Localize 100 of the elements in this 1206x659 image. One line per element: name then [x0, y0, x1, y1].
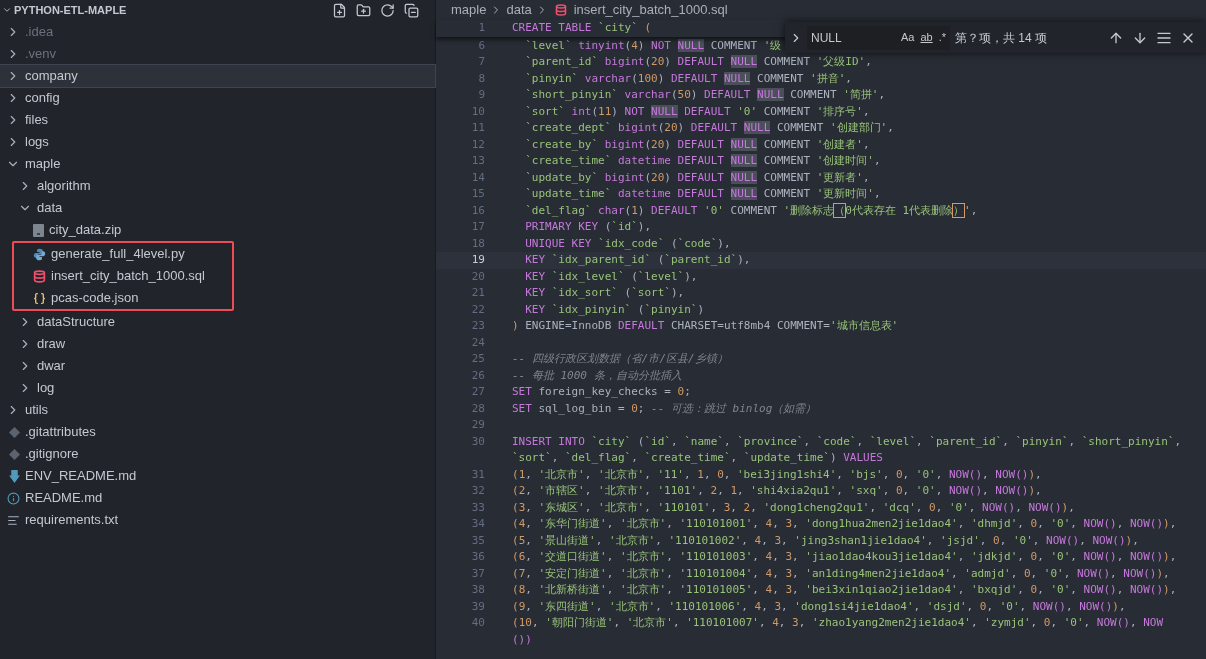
- chevron-down-icon[interactable]: [2, 5, 12, 15]
- file-name: logs: [25, 133, 49, 152]
- folder-row[interactable]: logs: [0, 131, 435, 153]
- folder-row[interactable]: data: [0, 197, 435, 219]
- file-name: algorithm: [37, 177, 91, 196]
- code-line: INSERT INTO `city` (`id`, `name`, `province`, `code`, `level`, `parent_id`, `pinyin`, `short_pinyin`,: [512, 433, 1181, 450]
- file-row[interactable]: pcas-code.json: [14, 287, 232, 309]
- folder-row[interactable]: utils: [0, 399, 435, 421]
- code-line: `update_by` bigint(20) DEFAULT NULL COMMENT '更新者',: [524, 169, 870, 186]
- line-number: 18: [470, 235, 486, 252]
- line-number: 34: [470, 516, 486, 532]
- code-line: (4, '东华门街道', '北京市', '110101001', 4, 3, 'dong1hua2men2jie1dao4', 'dhmjd', 0, '0', NOW(), NOW()),: [512, 516, 1177, 532]
- database-icon: [554, 4, 567, 16]
- line-number: 28: [470, 400, 486, 417]
- folder-row[interactable]: draw: [0, 333, 435, 355]
- file-row[interactable]: requirements.txt: [0, 509, 435, 531]
- file-name: city_data.zip: [49, 221, 122, 240]
- code-line: SET sql_log_bin = 0; -- 可选：跳过 binlog（如需）: [512, 400, 817, 417]
- code-line: -- 四级行政区划数据（省/市/区县/乡镇）: [512, 351, 728, 367]
- code-line: (6, '交道口街道', '北京市', '110101003', 4, 3, 'jiao1dao4kou3jie1dao4', 'jdkjd', 0, '0', NOW(), NOW()),: [512, 549, 1177, 565]
- file-name: maple: [25, 155, 61, 174]
- line-number: 27: [470, 384, 486, 400]
- folder-row[interactable]: log: [0, 377, 435, 399]
- file-name: README.md: [25, 489, 103, 508]
- code-line: `del_flag` char(1) DEFAULT '0' COMMENT '删除标志（0代表存在 1代表删除）',: [524, 202, 978, 219]
- code-line: CREATE TABLE `city` (: [512, 20, 652, 36]
- breadcrumb-item[interactable]: maple: [451, 0, 487, 20]
- down-arrow-icon: [9, 469, 20, 483]
- code-line: (3, '东城区', '北京市', '110101', 3, 2, 'dong1cheng2qu1', 'dcq', 0, '0', NOW(), NOW()),: [512, 499, 1075, 516]
- line-number: 12: [470, 136, 486, 153]
- code-line: `update_time` datetime DEFAULT NULL COMMENT '更新时间',: [524, 186, 881, 202]
- folder-row[interactable]: config: [0, 87, 435, 109]
- file-name: dwar: [37, 357, 66, 376]
- file-name: files: [25, 111, 49, 130]
- python-icon: [33, 247, 46, 261]
- line-number: 26: [470, 367, 486, 384]
- folder-row[interactable]: algorithm: [0, 175, 435, 197]
- search-option-toggle[interactable]: .*: [938, 29, 946, 46]
- folder-row[interactable]: dwar: [0, 355, 435, 377]
- file-row[interactable]: city_data.zip: [0, 219, 435, 241]
- line-number: 32: [470, 483, 486, 499]
- refresh-icon[interactable]: [380, 2, 395, 18]
- line-number: 39: [470, 598, 486, 615]
- file-row[interactable]: README.md: [0, 487, 435, 509]
- code-line: PRIMARY KEY (`id`),: [524, 219, 652, 235]
- new-file-icon[interactable]: [332, 2, 347, 18]
- line-number: 17: [470, 219, 486, 235]
- folder-row[interactable]: company: [0, 65, 435, 87]
- breadcrumb-item[interactable]: data: [506, 0, 532, 20]
- file-name: config: [25, 89, 60, 108]
- folder-row[interactable]: files: [0, 109, 435, 131]
- info-icon: [7, 491, 20, 505]
- code-line: (8, '北新桥街道', '北京市', '110101005', 4, 3, 'bei3xin1qiao2jie1dao4', 'bxqjd', 0, '0', NOW(), NOW()),: [512, 582, 1177, 598]
- match-count: 第？项，共 14 项: [955, 29, 1047, 47]
- collapse-icon[interactable]: [404, 2, 419, 18]
- line-number: 36: [470, 549, 486, 565]
- line-number: 20: [470, 268, 486, 285]
- file-name: .idea: [25, 23, 54, 42]
- code-line: `create_time` datetime DEFAULT NULL COMMENT '创建时间',: [524, 153, 881, 169]
- line-number: 24: [470, 334, 486, 351]
- line-number: 30: [470, 433, 486, 450]
- diamond-icon: [9, 448, 20, 460]
- line-number: 31: [470, 466, 486, 483]
- file-row[interactable]: .gitattributes: [0, 421, 435, 443]
- code-line: `create_by` bigint(20) DEFAULT NULL COMMENT '创建者',: [524, 136, 870, 153]
- code-line: KEY `idx_sort` (`sort`),: [524, 285, 685, 301]
- file-row[interactable]: insert_city_batch_1000.sql: [14, 265, 232, 287]
- file-name: utils: [25, 401, 49, 420]
- line-number: 25: [470, 351, 486, 367]
- code-line: (10, '朝阳门街道', '北京市', '110101007', 4, 3, 'zhao1yang2men2jie1dao4', 'zymjd', 0, '0', NOW(), NOW: [512, 615, 1164, 631]
- code-line: `sort` int(11) NOT NULL DEFAULT '0' COMMENT '排序号',: [524, 103, 870, 120]
- code-line: (5, '景山街道', '北京市', '110101002', 4, 3, 'jing3shan1jie1dao4', 'jsjd', 0, '0', NOW(), NOW()),: [512, 532, 1139, 549]
- workspace-title: PYTHON-ETL-MAPLE: [14, 2, 127, 18]
- folder-row[interactable]: dataStructure: [0, 311, 435, 333]
- folder-row[interactable]: maple: [0, 153, 435, 175]
- find-input[interactable]: NULL Aa ab .*: [807, 25, 950, 50]
- code-line: -- 每批 1000 条，自动分批插入: [512, 367, 682, 384]
- line-number: 16: [470, 202, 486, 219]
- line-number: 7: [477, 54, 486, 70]
- text-lines-icon: [7, 513, 20, 527]
- line-number: 15: [470, 186, 486, 202]
- line-number: 21: [470, 285, 486, 301]
- search-option-toggle[interactable]: Aa: [900, 29, 915, 46]
- new-folder-icon[interactable]: [356, 2, 371, 18]
- line-number: 8: [477, 70, 486, 87]
- braces-icon: [33, 291, 46, 305]
- search-option-toggle[interactable]: ab: [920, 29, 933, 46]
- file-row[interactable]: generate_full_4level.py: [14, 243, 232, 265]
- file-row[interactable]: .gitignore: [0, 443, 435, 465]
- breadcrumb-item[interactable]: insert_city_batch_1000.sql: [573, 0, 728, 20]
- line-number: 13: [470, 153, 486, 169]
- file-name: dataStructure: [37, 313, 116, 332]
- file-name: draw: [37, 335, 66, 354]
- code-line: SET foreign_key_checks = 0;: [512, 384, 691, 400]
- code-line: ()): [512, 631, 532, 648]
- line-number: 9: [477, 87, 486, 103]
- file-row[interactable]: ENV_README.md: [0, 465, 435, 487]
- line-number: 6: [477, 37, 486, 54]
- line-number: 29: [470, 417, 486, 433]
- line-number: 35: [470, 532, 486, 549]
